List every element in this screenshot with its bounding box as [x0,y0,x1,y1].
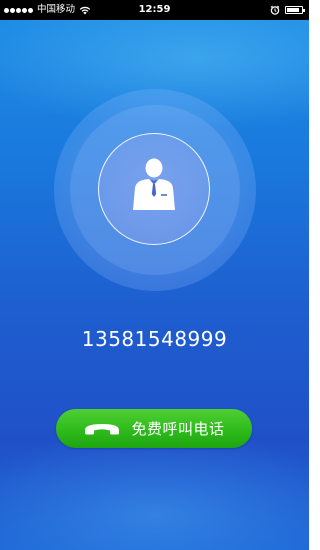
handset-icon [85,423,120,434]
person-icon [133,158,175,210]
phone-number: 13581548999 [81,327,228,351]
battery-icon [285,6,305,14]
status-time: 12:59 [138,4,171,15]
status-bar-right [270,4,305,16]
alarm-icon [270,5,280,15]
background-glow-bottom [0,430,309,550]
call-button-label: 免费呼叫电话 [131,419,225,438]
status-bar: 中国移动 12:59 [0,0,309,20]
call-screen: 中国移动 12:59 13581548999 免费呼叫电话 [0,0,309,550]
free-call-button[interactable]: 免费呼叫电话 [56,409,252,448]
